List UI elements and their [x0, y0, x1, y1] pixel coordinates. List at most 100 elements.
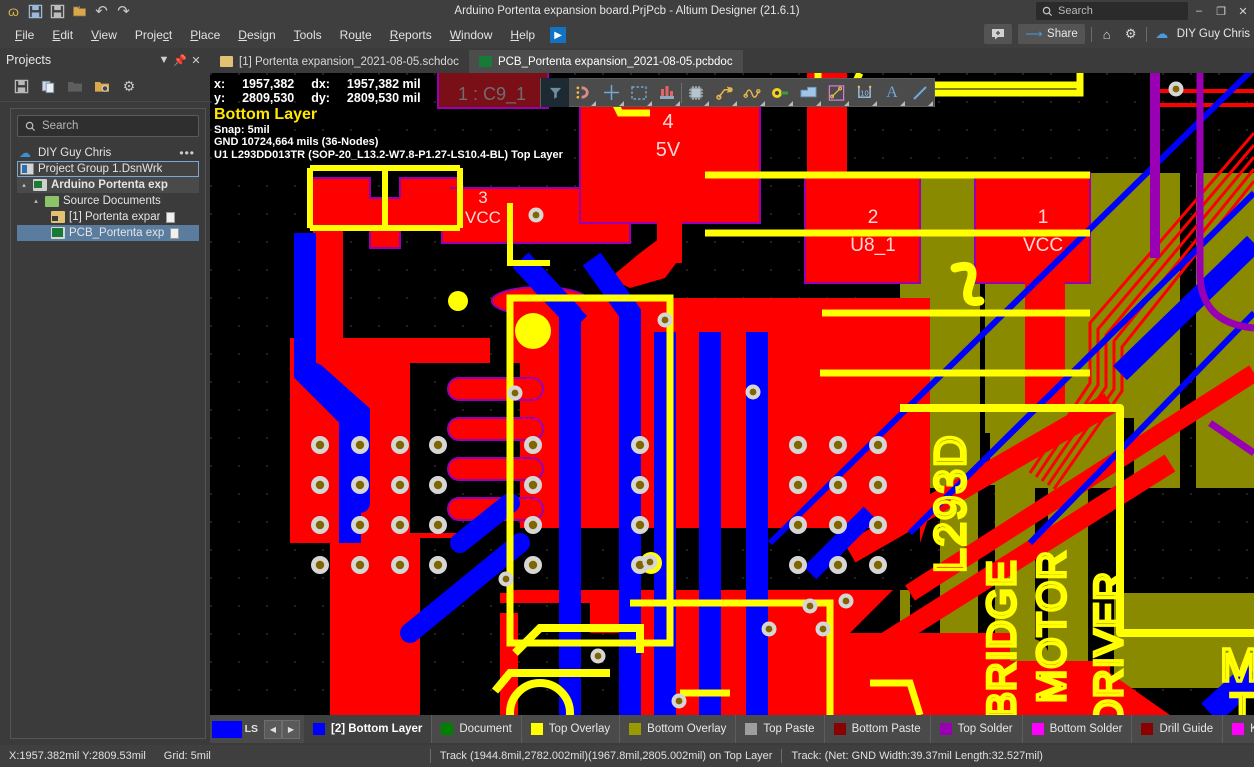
- share-button[interactable]: ⟶ Share: [1018, 24, 1085, 44]
- tree-item-account[interactable]: ☁ DIY Guy Chris •••: [17, 145, 199, 161]
- tree-item-pcb-doc[interactable]: PCB_Portenta exp: [17, 225, 199, 241]
- notification-icon[interactable]: [984, 24, 1012, 44]
- save-icon[interactable]: [27, 3, 44, 20]
- layer-sets-button[interactable]: LS: [212, 721, 258, 738]
- place-polygon-icon[interactable]: [794, 78, 822, 107]
- menu-help[interactable]: Help: [501, 25, 544, 45]
- layer-tab-drill-guide[interactable]: Drill Guide: [1132, 715, 1223, 743]
- tree-item-workspace[interactable]: Project Group 1.DsnWrk: [17, 161, 199, 177]
- layer-color-swatch: [745, 723, 757, 735]
- layer-tab-top-overlay[interactable]: Top Overlay: [522, 715, 620, 743]
- redo-icon[interactable]: ↷: [115, 3, 132, 20]
- place-string-icon[interactable]: A: [878, 78, 906, 107]
- search-icon: [25, 121, 36, 132]
- save-all-icon[interactable]: [49, 3, 66, 20]
- folder-icon: [45, 196, 59, 207]
- chevron-down-icon[interactable]: ▼: [156, 54, 172, 66]
- layer-sets-label: LS: [242, 723, 258, 735]
- place-dimension-icon[interactable]: [822, 78, 850, 107]
- layer-color-swatch: [834, 723, 846, 735]
- left-arrow-icon[interactable]: ◀: [264, 720, 282, 739]
- altium-logo-icon[interactable]: ɷ: [5, 3, 22, 20]
- close-button[interactable]: ✕: [1232, 0, 1254, 22]
- layer-tab-bottom-paste[interactable]: Bottom Paste: [825, 715, 931, 743]
- project-options-icon[interactable]: [93, 78, 111, 96]
- silk-text-hbridge: H-BRIDGE: [980, 559, 1024, 715]
- layer-tab-bar: LS ◀ ▶ [2] Bottom Layer Document Top Ove…: [210, 715, 1254, 743]
- select-area-icon[interactable]: [625, 78, 653, 107]
- layer-tab-bottom-overlay[interactable]: Bottom Overlay: [620, 715, 736, 743]
- filter-icon[interactable]: [541, 78, 569, 107]
- menu-edit[interactable]: Edit: [43, 25, 82, 45]
- place-coordinate-icon[interactable]: 10: [850, 78, 878, 107]
- menu-design[interactable]: Design: [229, 25, 284, 45]
- minimize-button[interactable]: –: [1188, 0, 1210, 22]
- menu-bar: File Edit View Project Place Design Tool…: [0, 22, 1254, 48]
- account-name[interactable]: DIY Guy Chris: [1177, 28, 1250, 40]
- global-search-box[interactable]: Search: [1036, 2, 1188, 20]
- layer-tab-keep-out-layer[interactable]: Keep-Out Layer: [1223, 715, 1254, 743]
- route-differential-icon[interactable]: [738, 78, 766, 107]
- pcb-artwork: L293D H-BRIDGE MOTOR DRIVER MAX THE 3 VC…: [210, 73, 1254, 715]
- layer-color-swatch: [1141, 723, 1153, 735]
- home-icon[interactable]: ⌂: [1098, 27, 1116, 42]
- undo-icon[interactable]: ↶: [93, 3, 110, 20]
- place-line-icon[interactable]: [906, 78, 934, 107]
- menu-window[interactable]: Window: [441, 25, 502, 45]
- tree-item-schematic-doc[interactable]: [1] Portenta expar: [17, 209, 199, 225]
- crosshair-icon[interactable]: [597, 78, 625, 107]
- silk-text-max: MAX: [1220, 639, 1254, 691]
- tree-item-label: Source Documents: [63, 195, 161, 207]
- tree-item-source-documents[interactable]: ▴ Source Documents: [17, 193, 199, 209]
- tab-schematic-document[interactable]: [1] Portenta expansion_2021-08-05.schdoc: [210, 50, 469, 73]
- open-folder-dim-icon[interactable]: [66, 78, 84, 96]
- close-icon[interactable]: ✕: [188, 54, 204, 67]
- menu-route[interactable]: Route: [331, 25, 381, 45]
- layer-tab-top-paste[interactable]: Top Paste: [736, 715, 824, 743]
- gear-icon[interactable]: ⚙: [120, 78, 138, 96]
- component-designator-label: 1 : C9_1: [458, 84, 526, 105]
- menu-place[interactable]: Place: [181, 25, 229, 45]
- magnet-snap-icon[interactable]: [569, 78, 597, 107]
- layer-tab-label: Top Paste: [763, 723, 814, 735]
- layer-tab-top-solder[interactable]: Top Solder: [931, 715, 1023, 743]
- layer-tab-bottom-solder[interactable]: Bottom Solder: [1023, 715, 1133, 743]
- tab-label: [1] Portenta expansion_2021-08-05.schdoc: [239, 56, 459, 68]
- title-bar: ɷ ↶ ↷ Arduino Portenta expansion board.P…: [0, 0, 1254, 22]
- share-arrow-icon: ⟶: [1025, 27, 1043, 41]
- expander-icon[interactable]: ▴: [31, 197, 41, 205]
- tree-item-label: PCB_Portenta exp: [69, 227, 164, 239]
- menu-tools[interactable]: Tools: [285, 25, 331, 45]
- pad-label-4-designator: 4: [662, 111, 673, 133]
- svg-text:10: 10: [860, 88, 868, 97]
- maximize-button[interactable]: ❐: [1210, 0, 1232, 22]
- play-panel-icon[interactable]: ▶: [550, 27, 566, 43]
- menu-reports[interactable]: Reports: [381, 25, 441, 45]
- save-icon[interactable]: [12, 78, 30, 96]
- project-search-input[interactable]: Search: [17, 115, 199, 137]
- component-place-icon[interactable]: [682, 78, 710, 107]
- tree-item-project[interactable]: ▴ Arduino Portenta exp: [17, 177, 199, 193]
- pin-icon[interactable]: 📌: [172, 54, 188, 67]
- menu-view[interactable]: View: [82, 25, 126, 45]
- menu-project[interactable]: Project: [126, 25, 181, 45]
- tab-pcb-document[interactable]: PCB_Portenta expansion_2021-08-05.pcbdoc: [469, 50, 743, 73]
- layer-color-swatch: [1232, 723, 1244, 735]
- silk-text-the: THE: [1230, 686, 1254, 715]
- route-track-icon[interactable]: [710, 78, 738, 107]
- place-via-icon[interactable]: [766, 78, 794, 107]
- expander-icon[interactable]: ▴: [19, 181, 29, 189]
- menu-file[interactable]: File: [6, 25, 43, 45]
- pcb-canvas[interactable]: L293D H-BRIDGE MOTOR DRIVER MAX THE 3 VC…: [210, 73, 1254, 715]
- right-arrow-icon[interactable]: ▶: [282, 720, 300, 739]
- layer-tab-bottom-layer[interactable]: [2] Bottom Layer: [304, 715, 432, 743]
- cloud-account-icon[interactable]: ☁: [1153, 26, 1171, 42]
- layer-tab-document[interactable]: Document: [432, 715, 521, 743]
- more-options-icon[interactable]: •••: [179, 146, 199, 160]
- copy-icon[interactable]: [39, 78, 57, 96]
- gear-icon[interactable]: ⚙: [1122, 26, 1140, 42]
- schematic-doc-icon: [220, 56, 233, 67]
- window-controls: – ❐ ✕: [1188, 0, 1254, 22]
- open-project-icon[interactable]: [71, 3, 88, 20]
- layer-stack-icon[interactable]: [653, 78, 681, 107]
